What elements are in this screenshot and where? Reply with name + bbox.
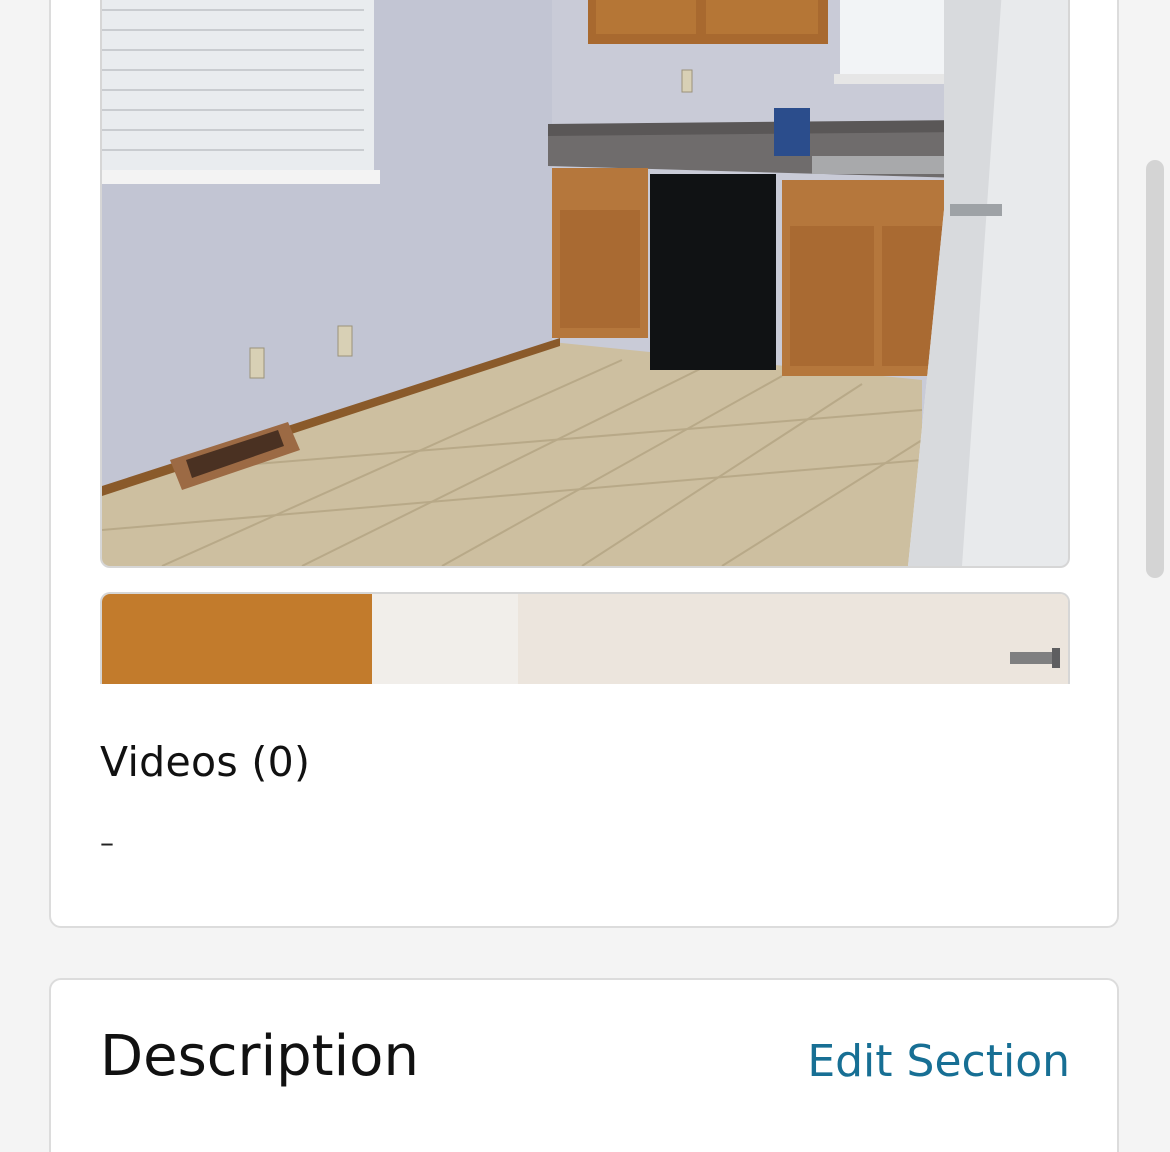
edit-section-link[interactable]: Edit Section [807, 1036, 1070, 1087]
kitchen-photo[interactable] [100, 0, 1070, 568]
videos-heading: Videos (0) [100, 738, 311, 786]
scrollbar-thumb[interactable] [1146, 160, 1164, 578]
videos-empty-value: – [100, 826, 114, 859]
description-heading: Description [100, 1024, 419, 1089]
second-photo[interactable] [100, 592, 1070, 684]
listing-page: Videos (0) – Description Edit Section [0, 0, 1170, 1152]
